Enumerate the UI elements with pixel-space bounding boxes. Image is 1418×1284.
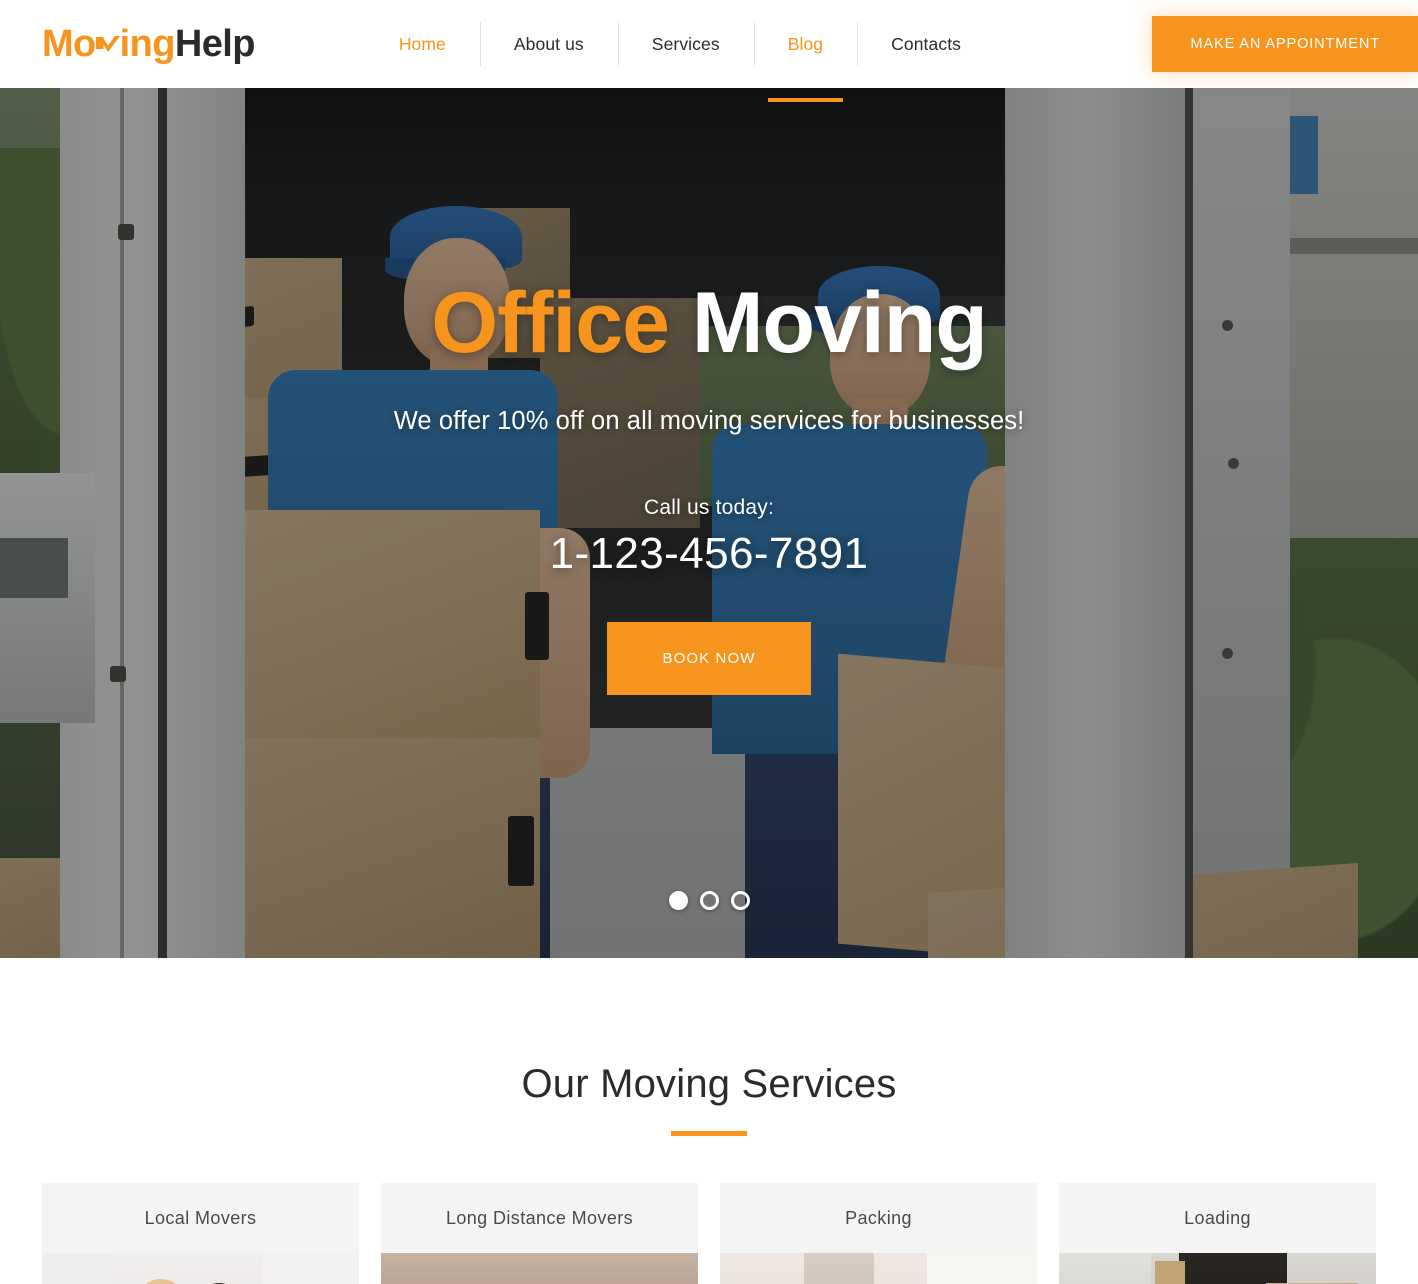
logo-text-mo: Mo [42,23,96,65]
nav-label: Home [398,33,446,54]
make-an-appointment-button[interactable]: MAKE AN APPOINTMENT [1152,16,1418,72]
book-now-button[interactable]: BOOK NOW [607,622,811,696]
service-card-local-movers[interactable]: Local Movers [42,1183,359,1284]
check-v-icon [95,33,121,57]
carousel-dot-1[interactable] [668,891,688,910]
services-heading-underline [671,1131,747,1136]
carousel-dot-3[interactable] [730,891,750,910]
nav-item-contacts[interactable]: Contacts [857,18,995,70]
hero-subtitle: We offer 10% off on all moving services … [393,407,1025,436]
service-card-packing[interactable]: Packing [720,1183,1037,1284]
service-card-title: Packing [845,1207,912,1228]
hero-phone-number[interactable]: 1-123-456-7891 [0,529,1418,579]
service-card-image [381,1253,698,1284]
service-card-title: Local Movers [144,1207,257,1228]
nav-active-underline [767,98,844,102]
service-card-image [42,1253,359,1284]
nav-label: Contacts [891,33,962,54]
nav-item-blog[interactable]: Blog [753,18,857,102]
logo-text-help: Help [174,23,256,65]
nav-label: Services [651,33,720,54]
logo-text-ing: ing [119,23,176,65]
main-navigation: Home About us Services Blog Contacts [365,18,995,102]
services-section: Our Moving Services Local Movers Long Di… [0,958,1418,1284]
hero-content: Office Moving We offer 10% off on all mo… [0,88,1418,696]
nav-label: About us [513,33,584,54]
carousel-indicators [0,891,1418,910]
nav-item-services[interactable]: Services [617,18,754,70]
service-card-image [1059,1253,1376,1284]
service-card-title: Loading [1184,1207,1251,1228]
service-card-loading[interactable]: Loading [1059,1183,1376,1284]
nav-label: Blog [787,33,824,54]
hero-title-accent: Office [431,275,670,371]
site-logo[interactable]: Mo ing Help [42,25,255,63]
hero-call-label: Call us today: [643,496,775,520]
services-grid: Local Movers Long Distance Movers Packin… [0,1183,1418,1284]
services-heading: Our Moving Services [521,1062,897,1106]
hero-title-rest: Moving [691,275,988,371]
hero-title: Office Moving [0,278,1418,368]
service-card-title: Long Distance Movers [445,1207,634,1228]
service-card-long-distance-movers[interactable]: Long Distance Movers [381,1183,698,1284]
hero-carousel: Office Moving We offer 10% off on all mo… [0,88,1418,958]
service-card-image [720,1253,1037,1284]
nav-item-home[interactable]: Home [365,18,480,70]
site-header: Mo ing Help Home About us Services Blog … [0,0,1418,102]
carousel-dot-2[interactable] [699,891,719,910]
nav-item-about-us[interactable]: About us [479,18,618,70]
